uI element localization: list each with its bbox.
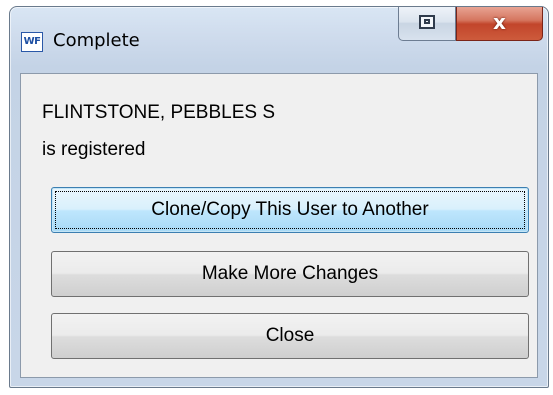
user-name-text: FLINTSTONE, PEBBLES S bbox=[42, 102, 276, 123]
clone-copy-user-button-label: Clone/Copy This User to Another bbox=[151, 199, 429, 220]
app-icon: WF bbox=[21, 32, 43, 52]
make-more-changes-button-label: Make More Changes bbox=[201, 263, 379, 284]
dialog-window: WF Complete x FLINTSTONE, PEBBLES S is r… bbox=[9, 6, 549, 388]
registration-status-text: is registered bbox=[42, 139, 146, 160]
clone-copy-user-button[interactable]: Clone/Copy This User to Another bbox=[51, 187, 529, 233]
title-bar[interactable]: WF Complete x bbox=[10, 7, 548, 73]
restore-icon bbox=[419, 15, 435, 29]
make-more-changes-button[interactable]: Make More Changes bbox=[51, 251, 529, 297]
close-button[interactable]: Close bbox=[51, 313, 529, 359]
dialog-content: FLINTSTONE, PEBBLES S is registered Clon… bbox=[20, 73, 538, 378]
close-icon: x bbox=[493, 10, 506, 34]
close-button-label: Close bbox=[265, 325, 315, 346]
window-close-button[interactable]: x bbox=[456, 7, 543, 41]
restore-button[interactable] bbox=[398, 7, 456, 41]
window-title: Complete bbox=[53, 30, 140, 51]
